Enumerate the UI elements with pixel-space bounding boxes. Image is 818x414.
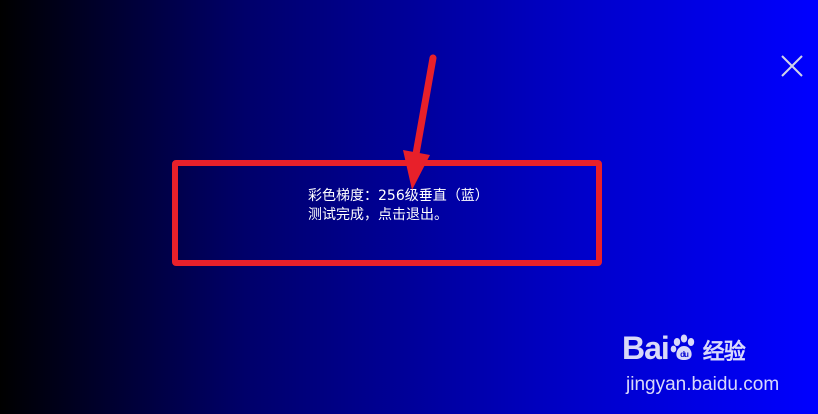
baidu-paw-icon: du [670,334,694,360]
watermark-url: jingyan.baidu.com [626,374,780,395]
watermark-logo: Bai du 经验 [622,330,746,367]
watermark-cn-text: 经验 [702,340,746,365]
gradient-test-screen[interactable]: 彩色梯度：256级垂直（蓝） 测试完成，点击退出。 Bai du 经验 jing… [0,0,818,414]
baidu-jingyan-watermark: Bai du 经验 jingyan.baidu.com [622,322,792,402]
watermark-logo-text: Bai [622,330,670,366]
close-button[interactable] [778,52,806,80]
close-icon [781,55,803,77]
svg-text:du: du [680,350,689,359]
test-message: 彩色梯度：256级垂直（蓝） 测试完成，点击退出。 [308,187,489,225]
test-instruction: 测试完成，点击退出。 [308,207,448,223]
test-title: 彩色梯度：256级垂直（蓝） [308,188,489,204]
